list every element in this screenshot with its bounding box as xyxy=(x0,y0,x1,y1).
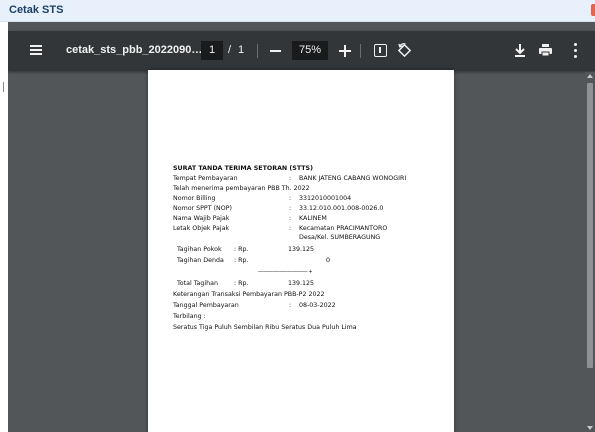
window-title: Cetak STS xyxy=(9,4,64,16)
zoom-level-input[interactable]: 75% xyxy=(292,41,328,60)
doc-separator: : xyxy=(289,195,292,202)
zoom-out-icon[interactable] xyxy=(270,50,281,52)
total-currency: : Rp. xyxy=(234,280,249,287)
doc-label: Letak Objek Pajak xyxy=(173,225,230,232)
tanggal-value: 08-03-2022 xyxy=(299,302,336,309)
doc-value: 3312010001004 xyxy=(299,195,352,202)
pdf-toolbar: cetak_sts_pbb_2022090… 1 / 1 75% xyxy=(8,31,595,71)
close-window-icon[interactable] xyxy=(591,4,595,16)
amount-value: 0 xyxy=(326,257,331,264)
amount-currency: : Rp. xyxy=(234,257,249,264)
scrollbar-thumb[interactable] xyxy=(587,83,593,368)
edge-tick xyxy=(3,82,4,92)
doc-separator: : xyxy=(289,215,292,222)
more-icon[interactable] xyxy=(573,43,577,58)
window-left-edge xyxy=(0,22,8,432)
doc-value: Kecamatan PRACIMANTORO xyxy=(299,225,388,232)
doc-value: 33.12.010.001.008-0026.0 xyxy=(299,205,384,212)
amount-currency: : Rp. xyxy=(234,246,249,253)
toolbar-divider xyxy=(257,44,258,58)
scroll-down-icon[interactable] xyxy=(587,426,593,430)
rotate-icon[interactable] xyxy=(397,43,412,58)
document-heading: SURAT TANDA TERIMA SETORAN (STTS) xyxy=(173,165,313,172)
doc-label: Nama Wajib Pajak xyxy=(173,215,230,222)
terbilang-value: Seratus Tiga Puluh Sembilan Ribu Seratus… xyxy=(173,324,357,331)
pdf-filename: cetak_sts_pbb_2022090… xyxy=(66,44,203,56)
doc-label: Nomor SPPT (NOP) xyxy=(173,205,232,212)
doc-separator: : xyxy=(289,205,292,212)
doc-value: KALINEM xyxy=(299,215,327,222)
doc-label: Nomor Billing xyxy=(173,195,216,202)
page-separator: / xyxy=(228,44,232,56)
toolbar-divider xyxy=(360,44,361,58)
doc-value: BANK JATENG CABANG WONOGIRI xyxy=(299,175,407,182)
page-total: 1 xyxy=(238,44,245,56)
doc-value: Desa/Kel. SUMBERAGUNG xyxy=(299,234,381,241)
total-value: 139.125 xyxy=(288,280,315,287)
print-sts-window: Cetak STS cetak_sts_pbb_2022090… 1 / 1 7… xyxy=(0,0,595,432)
pdf-viewer: cetak_sts_pbb_2022090… 1 / 1 75% SURAT T… xyxy=(8,22,595,432)
doc-label: Tempat Pembayaran xyxy=(173,175,238,182)
scroll-up-icon[interactable] xyxy=(587,74,593,78)
zoom-in-icon[interactable] xyxy=(339,45,351,57)
vertical-scrollbar[interactable] xyxy=(585,72,595,432)
amount-label: Tagihan Denda xyxy=(177,257,224,264)
download-icon[interactable] xyxy=(514,43,526,58)
total-label: Total Tagihan xyxy=(177,280,218,287)
amount-label: Tagihan Pokok xyxy=(177,246,222,253)
sum-line: ----------------------------------- + xyxy=(258,269,313,275)
tanggal-label: Tanggal Pembayaran xyxy=(173,302,239,309)
fit-page-icon[interactable] xyxy=(374,44,387,57)
terbilang-label: Terbilang : xyxy=(173,313,206,320)
window-titlebar: Cetak STS xyxy=(0,0,595,22)
doc-separator: : xyxy=(289,302,292,309)
amount-value: 139.125 xyxy=(288,246,315,253)
keterangan: Keterangan Transaksi Pembayaran PBB-P2 2… xyxy=(173,291,325,298)
doc-label: Telah menerima pembayaran PBB Th. 2022 xyxy=(173,185,310,192)
print-icon[interactable] xyxy=(538,43,553,57)
menu-icon[interactable] xyxy=(30,45,42,55)
page-number-input[interactable]: 1 xyxy=(201,41,223,60)
pdf-page: SURAT TANDA TERIMA SETORAN (STTS) Tempat… xyxy=(148,70,454,432)
doc-separator: : xyxy=(289,175,292,182)
doc-separator: : xyxy=(289,225,292,232)
